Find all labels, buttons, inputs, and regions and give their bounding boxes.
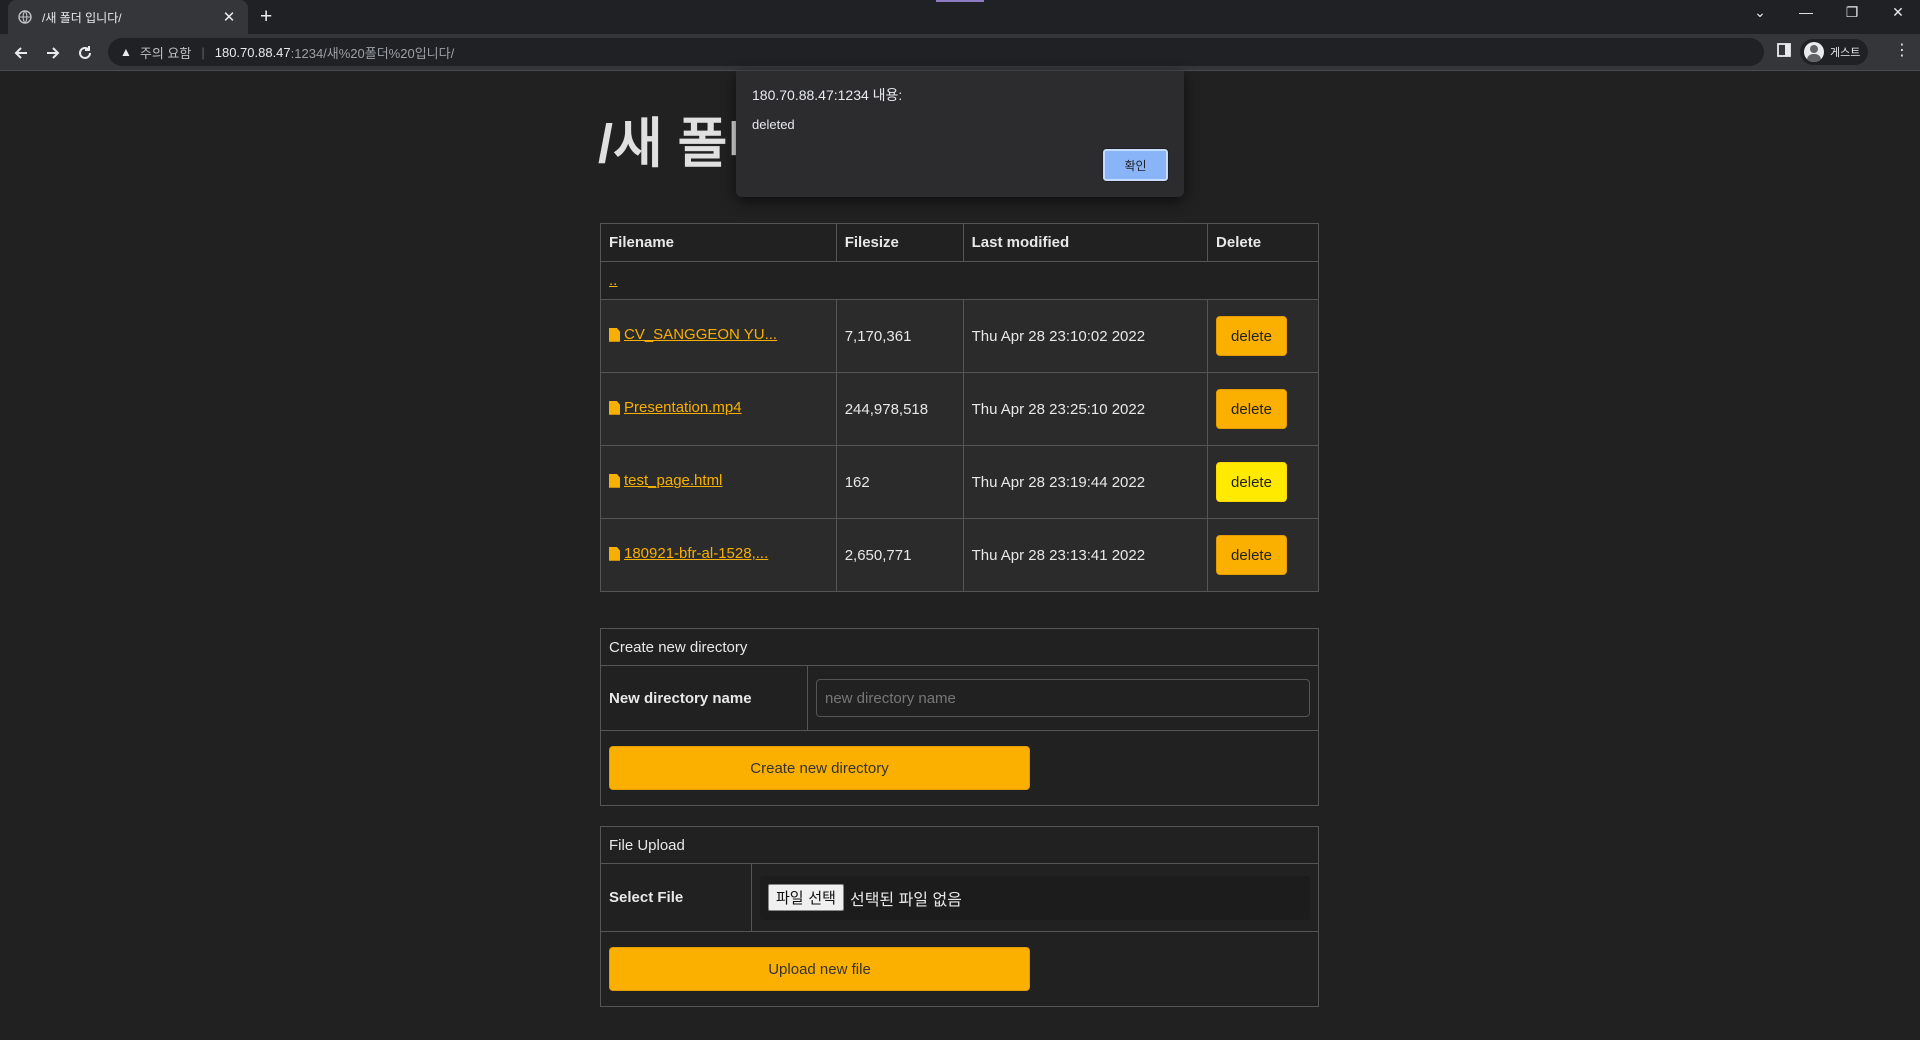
minimize-button[interactable]: — <box>1786 4 1826 20</box>
file-size: 244,978,518 <box>835 372 964 446</box>
tab-close-icon[interactable]: ✕ <box>220 8 238 26</box>
file-name: CV_SANGGEON YU... <box>624 326 778 344</box>
tab-search-accent <box>936 0 984 2</box>
file-name: test_page.html <box>624 472 723 490</box>
header-filesize: Filesize <box>835 223 964 262</box>
create-directory-heading: Create new directory <box>601 629 1318 666</box>
table-row: CV_SANGGEON YU... 7,170,361 Thu Apr 28 2… <box>600 299 1319 373</box>
choose-file-button[interactable]: 파일 선택 <box>768 884 844 911</box>
file-link[interactable]: 180921-bfr-al-1528,... <box>609 545 768 562</box>
url-path: :1234/새%20폴더%20입니다/ <box>290 45 455 61</box>
file-icon <box>609 400 620 415</box>
file-icon <box>609 473 620 488</box>
avatar <box>1804 42 1824 62</box>
forward-icon[interactable] <box>42 42 64 64</box>
tab-strip: /새 폴더 입니다/ ✕ + ⌄ — ❐ ✕ <box>0 0 1920 34</box>
close-window-button[interactable]: ✕ <box>1878 4 1918 21</box>
file-name: 180921-bfr-al-1528,... <box>624 545 769 563</box>
table-row: test_page.html 162 Thu Apr 28 23:19:44 2… <box>600 445 1319 519</box>
create-directory-panel: Create new directory New directory name … <box>600 628 1319 806</box>
file-upload-panel: File Upload Select File 파일 선택 선택된 파일 없음 … <box>600 826 1319 1007</box>
page-title: /새 폴더 입니다/ <box>598 114 738 174</box>
browser-tab[interactable]: /새 폴더 입니다/ ✕ <box>8 0 248 34</box>
file-modified: Thu Apr 28 23:10:02 2022 <box>962 299 1209 373</box>
side-panel-icon[interactable] <box>1776 42 1792 61</box>
file-modified: Thu Apr 28 23:25:10 2022 <box>962 372 1209 446</box>
back-icon[interactable] <box>10 42 32 64</box>
new-tab-button[interactable]: + <box>260 4 272 30</box>
file-link[interactable]: test_page.html <box>609 472 722 489</box>
table-row: 180921-bfr-al-1528,... 2,650,771 Thu Apr… <box>600 518 1319 592</box>
delete-button[interactable]: delete <box>1216 389 1287 429</box>
tab-search-icon[interactable]: ⌄ <box>1740 4 1780 21</box>
file-size: 2,650,771 <box>835 518 964 592</box>
restore-button[interactable]: ❐ <box>1832 4 1872 21</box>
delete-button[interactable]: delete <box>1216 316 1287 356</box>
parent-row: .. <box>600 261 1319 300</box>
profile-name: 게스트 <box>1830 47 1861 59</box>
file-modified: Thu Apr 28 23:19:44 2022 <box>962 445 1209 519</box>
dialog-message: deleted <box>752 117 795 132</box>
globe-icon <box>18 10 32 24</box>
alert-dialog: 180.70.88.47:1234 내용: deleted 확인 <box>736 71 1184 197</box>
warning-icon[interactable]: ▲ <box>120 45 132 59</box>
delete-button[interactable]: delete <box>1216 462 1287 502</box>
reload-icon[interactable] <box>74 42 96 64</box>
dialog-ok-button[interactable]: 확인 <box>1102 148 1169 182</box>
file-table: Filename Filesize Last modified Delete .… <box>600 223 1319 592</box>
file-link[interactable]: CV_SANGGEON YU... <box>609 326 777 343</box>
menu-icon[interactable]: ⋮ <box>1894 40 1910 60</box>
tab-title: /새 폴더 입니다/ <box>42 10 122 25</box>
file-size: 7,170,361 <box>835 299 964 373</box>
page-content: /새 폴더 입니다/ Filename Filesize Last modifi… <box>0 71 1920 1040</box>
parent-directory-link[interactable]: .. <box>609 272 617 289</box>
file-modified: Thu Apr 28 23:13:41 2022 <box>962 518 1209 592</box>
header-last-modified: Last modified <box>962 223 1209 262</box>
new-directory-label: New directory name <box>601 666 808 730</box>
table-row: Presentation.mp4 244,978,518 Thu Apr 28 … <box>600 372 1319 446</box>
file-icon <box>609 546 620 561</box>
no-file-selected-text: 선택된 파일 없음 <box>849 891 962 909</box>
address-bar[interactable]: ▲ 주의 요함 | 180.70.88.47 :1234/새%20폴더%20입니… <box>108 38 1764 66</box>
file-icon <box>609 327 620 342</box>
browser-toolbar: ▲ 주의 요함 | 180.70.88.47 :1234/새%20폴더%20입니… <box>0 34 1920 71</box>
create-directory-button[interactable]: Create new directory <box>609 746 1030 790</box>
file-link[interactable]: Presentation.mp4 <box>609 399 742 416</box>
delete-button[interactable]: delete <box>1216 535 1287 575</box>
header-filename: Filename <box>600 223 837 262</box>
url-separator: | <box>201 44 205 60</box>
select-file-label: Select File <box>601 864 752 931</box>
header-delete: Delete <box>1207 223 1319 262</box>
upload-button[interactable]: Upload new file <box>609 947 1030 991</box>
file-input[interactable]: 파일 선택 선택된 파일 없음 <box>760 875 1310 920</box>
url-host: 180.70.88.47 <box>214 44 291 60</box>
dialog-title: 180.70.88.47:1234 내용: <box>752 87 903 103</box>
file-upload-heading: File Upload <box>601 827 1318 864</box>
profile-button[interactable]: 게스트 <box>1800 39 1869 65</box>
file-size: 162 <box>835 445 964 519</box>
new-directory-input[interactable] <box>816 679 1310 717</box>
security-warning[interactable]: 주의 요함 <box>140 43 191 62</box>
file-name: Presentation.mp4 <box>624 399 742 417</box>
